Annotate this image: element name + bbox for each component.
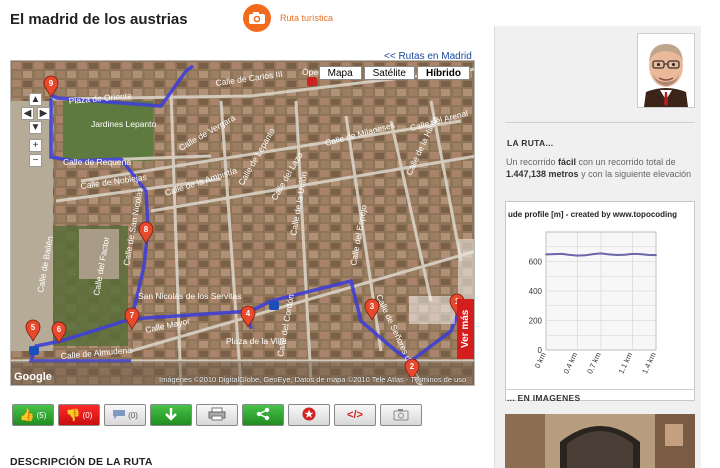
street-label: Calle de Requena (63, 157, 131, 167)
y-tick-label: 600 (529, 258, 543, 267)
elevation-point (568, 253, 571, 256)
elevation-point (600, 252, 602, 255)
metro-icon (29, 346, 39, 355)
map-type-selector: Mapa Satélite Híbrido (317, 66, 470, 80)
svg-text:5: 5 (31, 323, 36, 332)
route-photo[interactable] (505, 414, 695, 468)
description-heading: DESCRIPCIÓN DE LA RUTA (10, 456, 153, 468)
chart-title: ude profile [m] - created by www.topocod… (508, 210, 678, 219)
elevation-point (655, 254, 657, 257)
camera-icon (243, 4, 271, 32)
ruta-heading: LA RUTA... (507, 138, 554, 148)
x-tick-label: 0.7 km (585, 351, 603, 375)
svg-text:4: 4 (246, 309, 251, 318)
map-type-satellite[interactable]: Satélite (363, 66, 415, 80)
elevation-point (584, 254, 587, 257)
pan-down-button[interactable]: ▼ (29, 121, 42, 134)
elevation-point (552, 253, 555, 256)
elevation-point (560, 252, 563, 255)
svg-text:8: 8 (144, 225, 149, 234)
thumbs-up-icon: 👍 (19, 408, 35, 422)
pan-up-button[interactable]: ▲ (29, 93, 42, 106)
star-icon (302, 407, 316, 423)
share-button[interactable] (242, 404, 284, 426)
comment-button[interactable]: (0) (104, 404, 146, 426)
embed-button[interactable]: </> (334, 404, 376, 426)
sidebar: LA RUTA... Un recorrido fácil con un rec… (494, 26, 701, 468)
elevation-point (623, 253, 626, 256)
building-thumbnail (409, 296, 455, 324)
x-tick-label: 0 km (533, 351, 548, 370)
comment-count: (0) (128, 410, 138, 420)
map-copyright: Imágenes ©2010 DigitalGlobe, GeoEye, Dat… (159, 375, 467, 384)
elevation-point (607, 253, 610, 256)
ruta-description: Un recorrido fácil con un recorrido tota… (506, 157, 692, 179)
x-tick-label: 1.4 km (640, 351, 658, 375)
thumbs-down-icon: 👎 (65, 408, 81, 422)
pan-left-button[interactable]: ◀ (21, 107, 34, 120)
elevation-point (639, 253, 642, 256)
elevation-point (615, 254, 618, 256)
map-navigation-control: ▲ ◀ ▶ ▼ + − (21, 93, 51, 175)
svg-text:3: 3 (370, 302, 375, 311)
google-logo: Google (14, 371, 52, 383)
pan-right-button[interactable]: ▶ (37, 107, 50, 120)
svg-text:2: 2 (410, 362, 415, 371)
comment-icon (112, 409, 126, 422)
map-type-hybrid[interactable]: Híbrido (417, 66, 470, 80)
y-tick-label: 400 (529, 287, 543, 296)
street-label: San Nicolás de los Servitas (138, 291, 241, 301)
elevation-point (545, 253, 547, 256)
svg-text:9: 9 (49, 79, 54, 88)
like-count: (5) (36, 410, 47, 420)
elevation-point (631, 252, 634, 255)
photo-camera-icon (393, 408, 409, 423)
map-type-map[interactable]: Mapa (318, 66, 362, 80)
share-icon (256, 407, 270, 423)
dislike-button[interactable]: 👎 (0) (58, 404, 100, 426)
street-label: Jardines Lepanto (91, 119, 156, 129)
elevation-chart-plot: 02004006000 km 0.4 km 0.7 km 1.1 km 1.4 km (529, 231, 658, 375)
svg-text:7: 7 (130, 311, 135, 320)
print-button[interactable] (196, 404, 238, 426)
download-arrow-icon (164, 407, 178, 423)
zoom-in-button[interactable]: + (29, 139, 42, 152)
metro-icon (307, 77, 317, 86)
camera-button[interactable] (380, 404, 422, 426)
elevation-point (647, 253, 650, 256)
zoom-out-button[interactable]: − (29, 154, 42, 167)
ver-mas-tab[interactable]: Ver más (457, 299, 474, 359)
printer-icon (208, 407, 226, 423)
author-avatar[interactable] (637, 33, 695, 108)
page-title: El madrid de los austrias (10, 11, 188, 28)
download-button[interactable] (150, 404, 192, 426)
elevation-point (592, 253, 595, 256)
svg-text:6: 6 (57, 325, 62, 334)
code-icon: </> (347, 409, 363, 421)
elevation-profile-chart: ude profile [m] - created by www.topocod… (505, 201, 695, 401)
route-map[interactable]: Calle de Carlos III Plaza de Oriente Jar… (10, 60, 475, 386)
x-tick-label: 0.4 km (562, 351, 580, 375)
y-tick-label: 200 (529, 317, 543, 326)
route-type-label: Ruta turística (280, 13, 334, 23)
metro-icon (269, 301, 279, 310)
images-heading: ... EN IMAGENES (507, 393, 581, 403)
elevation-point (576, 254, 579, 257)
action-toolbar: 👍 (5) 👎 (0) (0) </> (12, 404, 426, 426)
dislike-count: (0) (82, 410, 93, 420)
x-tick-label: 1.1 km (617, 351, 635, 375)
favorite-button[interactable] (288, 404, 330, 426)
like-button[interactable]: 👍 (5) (12, 404, 54, 426)
